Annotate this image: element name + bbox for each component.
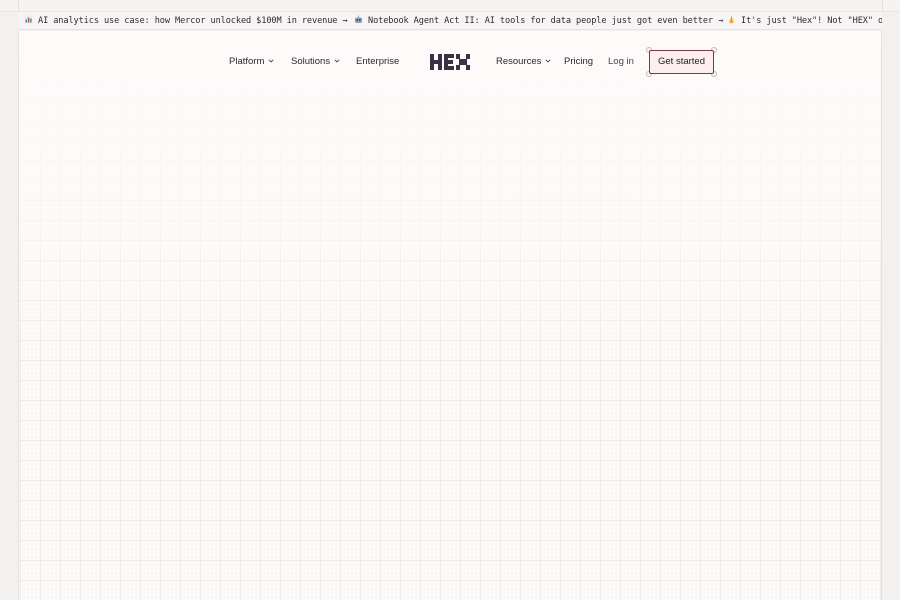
get-started-wrapper: Get started: [646, 47, 717, 77]
top-strip: [0, 0, 900, 12]
hero-canvas: [18, 31, 882, 600]
ticker-text-mercor: AI analytics use case: how Mercor unlock…: [38, 16, 348, 26]
nav-enterprise-label: Enterprise: [356, 56, 400, 67]
nav-solutions[interactable]: Solutions: [291, 56, 340, 68]
strip-divider-right: [882, 0, 883, 12]
hex-logo[interactable]: [430, 54, 470, 75]
robot-emoji-icon: [355, 15, 362, 23]
chevron-down-icon: [268, 59, 274, 63]
page-edge-right: [881, 31, 882, 600]
login-label: Log in: [608, 56, 634, 67]
chevron-down-icon: [545, 59, 551, 63]
hex-logo-icon: [430, 54, 470, 70]
ticker-text-hex-name: It's just "Hex"! Not "HEX" or: [741, 16, 882, 26]
ticker-text-notebook-agent: Notebook Agent Act II: AI tools for data…: [368, 16, 724, 26]
announcement-ticker: AI analytics use case: how Mercor unlock…: [18, 12, 882, 30]
strip-divider-left: [18, 0, 19, 12]
bar-chart-emoji-icon: [24, 15, 33, 24]
ticker-link-mercor[interactable]: AI analytics use case: how Mercor unlock…: [24, 12, 348, 29]
nav-resources-label: Resources: [496, 56, 542, 67]
chevron-down-icon: [334, 59, 340, 63]
nav-solutions-label: Solutions: [291, 56, 331, 67]
ticker-link-hex-name[interactable]: It's just "Hex"! Not "HEX" or: [727, 12, 882, 29]
nav-platform[interactable]: Platform: [229, 56, 274, 68]
nav-resources[interactable]: Resources: [496, 56, 551, 68]
nav-pricing[interactable]: Pricing: [564, 56, 593, 68]
nav-platform-label: Platform: [229, 56, 265, 67]
page-edge-left: [18, 31, 19, 600]
nav-enterprise[interactable]: Enterprise: [356, 56, 399, 68]
login-link[interactable]: Log in: [608, 56, 634, 68]
praying-hands-emoji-icon: [729, 16, 734, 24]
nav-pricing-label: Pricing: [564, 56, 594, 67]
get-started-button[interactable]: Get started: [649, 50, 714, 74]
ticker-link-notebook-agent[interactable]: Notebook Agent Act II: AI tools for data…: [354, 12, 724, 29]
